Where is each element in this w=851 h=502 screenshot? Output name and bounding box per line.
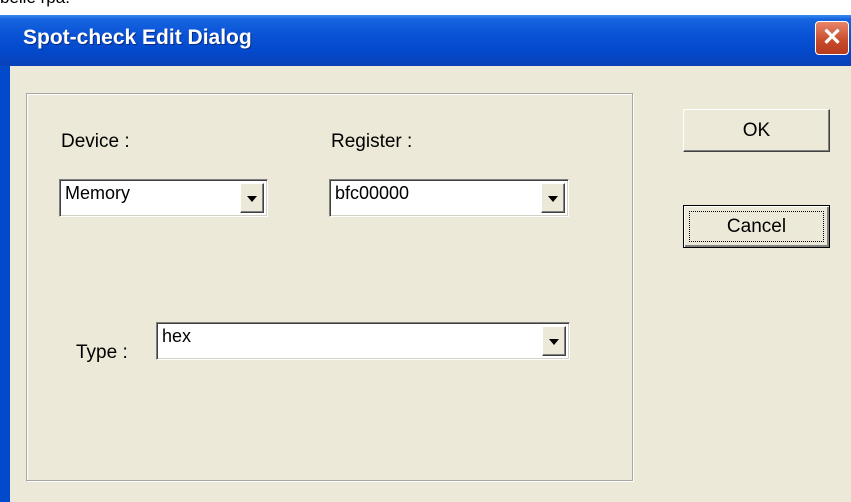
close-icon: ✕ [821,24,843,51]
type-label: Type : [76,342,128,363]
register-dropdown[interactable]: bfc00000 [329,179,569,217]
ok-button[interactable]: OK [683,109,830,152]
spot-check-edit-dialog: Spot-check Edit Dialog ✕ Device : Memory… [0,15,851,502]
close-button[interactable]: ✕ [815,21,849,55]
chevron-down-icon[interactable] [240,183,264,213]
background-partial-text: belle rpa. [0,0,70,8]
dialog-title: Spot-check Edit Dialog [23,26,252,49]
window-left-frame [0,66,10,502]
ok-button-label: OK [742,119,771,141]
title-bar[interactable]: Spot-check Edit Dialog ✕ [0,15,851,66]
cancel-button[interactable]: Cancel [683,205,830,248]
type-dropdown[interactable]: hex [156,322,570,360]
device-label: Device : [61,131,130,152]
chevron-down-icon[interactable] [542,326,566,356]
focus-ring [689,211,824,242]
register-label: Register : [331,131,413,152]
register-value: bfc00000 [335,183,410,203]
device-dropdown[interactable]: Memory [59,179,268,217]
chevron-down-icon[interactable] [541,183,565,213]
device-value: Memory [65,183,131,203]
type-value: hex [162,326,192,346]
